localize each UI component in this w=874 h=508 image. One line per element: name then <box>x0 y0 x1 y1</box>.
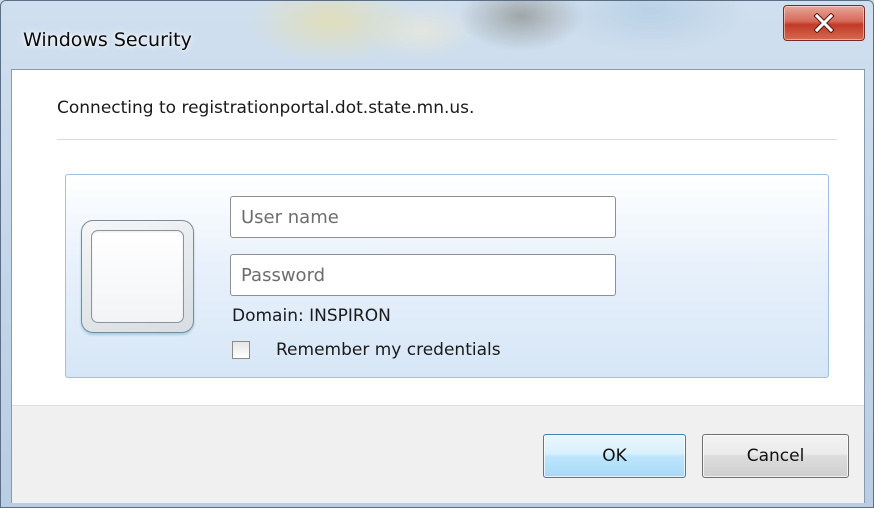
username-input[interactable] <box>230 196 616 238</box>
user-tile-icon <box>81 220 194 333</box>
close-button[interactable] <box>783 5 865 41</box>
security-dialog-window: Windows Security Connecting to registrat… <box>0 0 874 508</box>
separator <box>57 139 837 140</box>
remember-credentials-checkbox[interactable] <box>232 341 250 359</box>
title-bar[interactable]: Windows Security <box>1 1 873 61</box>
button-bar: OK Cancel <box>12 405 864 503</box>
connecting-message: Connecting to registrationportal.dot.sta… <box>57 98 475 118</box>
domain-label: Domain: INSPIRON <box>232 306 391 326</box>
credential-tile-panel[interactable]: Domain: INSPIRON Remember my credentials <box>65 174 829 378</box>
dialog-client-area: Connecting to registrationportal.dot.sta… <box>11 69 865 503</box>
password-input[interactable] <box>230 254 616 296</box>
ok-button[interactable]: OK <box>543 434 686 478</box>
close-icon <box>813 13 835 33</box>
user-tile-picture-frame <box>91 230 184 323</box>
remember-credentials-label[interactable]: Remember my credentials <box>276 340 501 360</box>
window-title: Windows Security <box>23 29 192 51</box>
remember-credentials-row[interactable]: Remember my credentials <box>232 340 501 360</box>
cancel-button[interactable]: Cancel <box>702 434 849 478</box>
